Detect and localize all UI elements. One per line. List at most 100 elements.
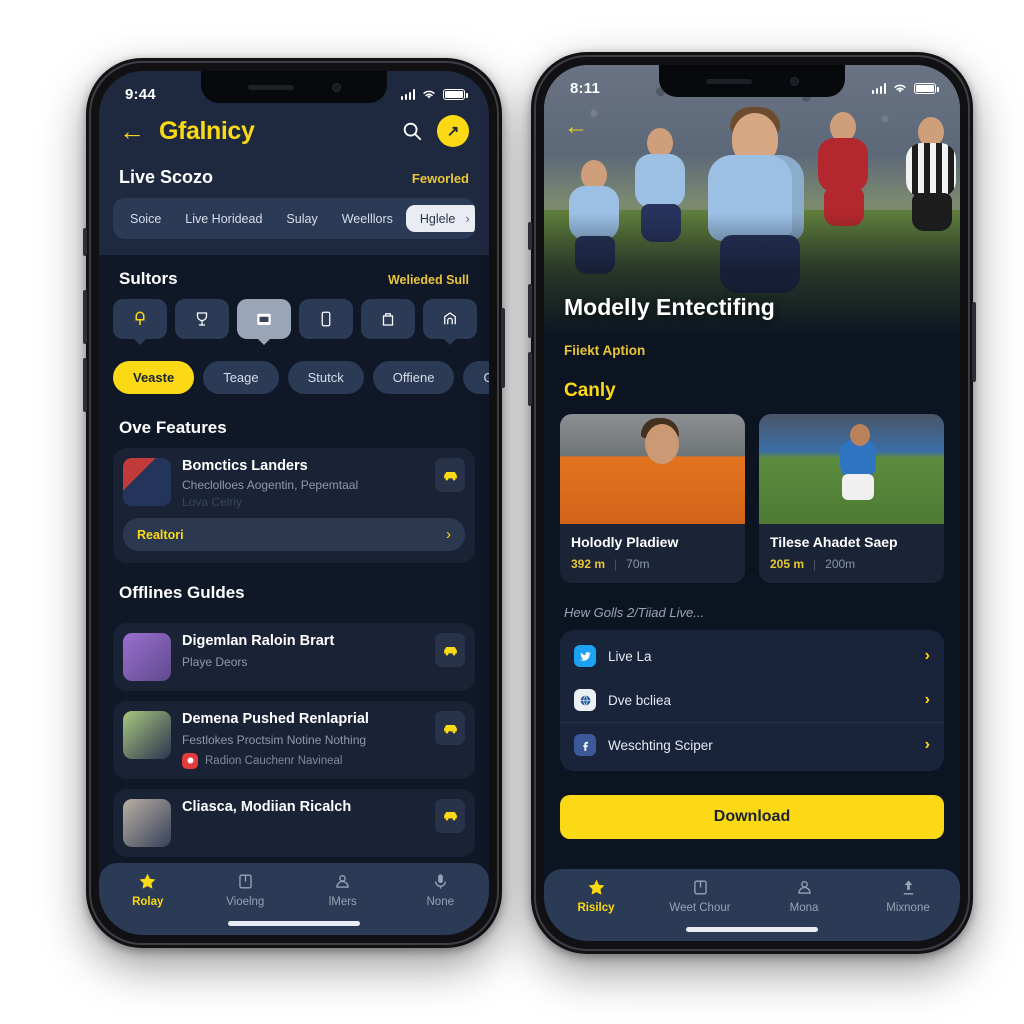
nav-item-lmers[interactable]: lMers bbox=[299, 872, 387, 908]
alert-icon bbox=[187, 757, 193, 764]
nav-label: lMers bbox=[328, 896, 357, 908]
globe-glyph bbox=[580, 694, 590, 706]
download-button[interactable]: Download bbox=[560, 795, 944, 839]
nav-item-risilcy[interactable]: Risilcy bbox=[552, 878, 640, 914]
tab-sulay[interactable]: Sulay bbox=[275, 207, 328, 231]
section-note: Hew Golls 2/Tiiad Live... bbox=[564, 605, 705, 620]
list-item[interactable]: Digemlan Raloin Brart Playe Deors bbox=[113, 623, 475, 692]
home-indicator[interactable] bbox=[228, 921, 360, 926]
person-icon bbox=[797, 880, 811, 894]
link-row-dve-bcliea[interactable]: Dve bcliea › bbox=[560, 678, 944, 722]
home-indicator[interactable] bbox=[686, 927, 818, 932]
link-row-weschting-sciper[interactable]: Weschting Sciper › bbox=[560, 722, 944, 767]
back-arrow-icon[interactable]: ← bbox=[564, 113, 588, 141]
subheader-action-link[interactable]: Feworled bbox=[412, 171, 469, 186]
match-card[interactable]: Holodly Pladiew 392 m | 70m bbox=[560, 414, 745, 583]
power-button[interactable] bbox=[501, 308, 505, 388]
sport-icon-bag[interactable] bbox=[361, 299, 415, 339]
sport-icon-calendar[interactable] bbox=[237, 299, 291, 339]
player-shorts bbox=[842, 474, 875, 500]
filter-chip-offiene[interactable]: Offiene bbox=[372, 361, 455, 394]
list-item-text: Cliasca, Modiian Ricalch bbox=[182, 799, 424, 816]
hero-banner: 8:11 ← Modelly Entectifing bbox=[544, 65, 960, 333]
volume-up-button[interactable] bbox=[528, 284, 532, 338]
tab-soice[interactable]: Soice bbox=[119, 207, 172, 231]
screenshot-stage: 9:44 ← Gfalnicy ↗ Live Scozo Feworled So… bbox=[0, 0, 1024, 1024]
phone-device-left: 9:44 ← Gfalnicy ↗ Live Scozo Feworled So… bbox=[83, 58, 505, 948]
social-link-card: Live La › Dve bcliea › Weschting Sciper … bbox=[560, 630, 944, 771]
cellular-bars-icon bbox=[871, 83, 886, 94]
nav-item-vioelng[interactable]: Vioelng bbox=[201, 872, 289, 908]
tab-bar[interactable]: Soice Live Horidead Sulay Weelllors Hgle… bbox=[113, 198, 475, 239]
power-button[interactable] bbox=[972, 302, 976, 382]
sport-icon-phone[interactable] bbox=[299, 299, 353, 339]
back-arrow-icon[interactable]: ← bbox=[119, 118, 145, 144]
list-item-badge[interactable] bbox=[435, 633, 465, 668]
sport-icon-trophy[interactable] bbox=[175, 299, 229, 339]
match-card-grid: Holodly Pladiew 392 m | 70m Tilese Ahade… bbox=[544, 414, 960, 583]
volume-down-button[interactable] bbox=[83, 358, 87, 412]
feature-card-title: Bomctics Landers bbox=[182, 458, 308, 474]
feature-card-action-pill[interactable]: Realtori › bbox=[123, 518, 465, 552]
match-card-title: Tilese Ahadet Saep bbox=[770, 534, 898, 550]
sport-icon-arch[interactable] bbox=[423, 299, 477, 339]
volume-down-button[interactable] bbox=[528, 352, 532, 406]
silent-switch[interactable] bbox=[528, 222, 532, 250]
bag-icon bbox=[382, 313, 394, 326]
list-item[interactable]: Demena Pushed Renlaprial Festlokes Proct… bbox=[113, 701, 475, 779]
filter-chip-veaste[interactable]: Veaste bbox=[113, 361, 195, 394]
list-item[interactable]: Cliasca, Modiian Ricalch bbox=[113, 788, 475, 857]
phone-screen-right: 8:11 ← Modelly Entectifing Fiiekt Aption… bbox=[544, 65, 960, 941]
status-time: 8:11 bbox=[570, 79, 600, 97]
link-row-live-la[interactable]: Live La › bbox=[560, 634, 944, 678]
front-camera-icon bbox=[331, 82, 341, 92]
car-icon bbox=[443, 724, 457, 734]
hero-title: Modelly Entectifing bbox=[564, 294, 775, 320]
match-card-meta: 205 m | 200m bbox=[770, 557, 933, 571]
avatar[interactable]: ↗ bbox=[437, 115, 469, 147]
car-icon bbox=[443, 471, 457, 480]
nav-item-rolay[interactable]: Rolay bbox=[104, 872, 192, 908]
filter-chip-teage[interactable]: Teage bbox=[203, 361, 279, 394]
list-item-text: Digemlan Raloin Brart Playe Deors bbox=[182, 633, 424, 668]
feature-card-badge[interactable] bbox=[435, 458, 465, 492]
filter-chip-stutck[interactable]: Stutck bbox=[287, 361, 364, 394]
star-icon bbox=[588, 879, 604, 895]
detail-scroll-area[interactable]: Fiiekt Aption Canly Holodly Pladiew 392 … bbox=[544, 333, 960, 941]
nav-item-mixnone[interactable]: Mixnone bbox=[864, 878, 952, 914]
list-item-text: Demena Pushed Renlaprial Festlokes Proct… bbox=[182, 711, 424, 769]
page-title: Live Scozo bbox=[119, 167, 214, 187]
record-icon bbox=[182, 752, 198, 769]
tab-weelllors[interactable]: Weelllors bbox=[331, 207, 404, 231]
hero-subtitle: Fiiekt Aption bbox=[564, 343, 646, 358]
match-card[interactable]: Tilese Ahadet Saep 205 m | 200m bbox=[759, 414, 944, 583]
link-label: Dve bcliea bbox=[608, 692, 672, 708]
status-indicators bbox=[871, 82, 939, 94]
link-label: Live La bbox=[608, 648, 652, 664]
volume-up-button[interactable] bbox=[83, 290, 87, 344]
book-icon bbox=[239, 874, 252, 889]
home-scroll-area[interactable]: Sultors Welieded Sull Veaste Teage Stutc… bbox=[99, 255, 489, 935]
sport-icon-bell[interactable] bbox=[113, 299, 167, 339]
list-item-meta-label: Radion Cauchenr Navineal bbox=[205, 754, 343, 767]
match-card-body: Tilese Ahadet Saep 205 m | 200m bbox=[759, 524, 944, 583]
feature-card[interactable]: Bomctics Landers Checlolloes Aogentin, P… bbox=[113, 448, 475, 564]
search-icon[interactable] bbox=[401, 120, 423, 142]
nav-item-mona[interactable]: Mona bbox=[760, 878, 848, 914]
person-icon bbox=[336, 874, 349, 888]
nav-label: Mixnone bbox=[886, 902, 930, 914]
list-item-badge[interactable] bbox=[435, 711, 465, 746]
tab-hglele[interactable]: Hglele › bbox=[405, 205, 475, 232]
silent-switch[interactable] bbox=[83, 228, 87, 256]
chevron-right-icon: › bbox=[924, 736, 930, 753]
list-item-badge[interactable] bbox=[435, 798, 465, 833]
nav-label: Vioelng bbox=[226, 896, 265, 908]
filter-chip-giane[interactable]: Giane bbox=[463, 361, 489, 394]
bell-icon bbox=[135, 311, 145, 325]
nav-item-none[interactable]: None bbox=[396, 872, 484, 908]
sports-section-header: Sultors Welieded Sull bbox=[99, 255, 489, 299]
nav-item-weet-chour[interactable]: Weet Chour bbox=[656, 878, 744, 914]
tab-live-horidead[interactable]: Live Horidead bbox=[174, 207, 273, 231]
match-card-stat-primary: 392 m bbox=[571, 557, 606, 571]
sports-section-action[interactable]: Welieded Sull bbox=[388, 273, 469, 287]
